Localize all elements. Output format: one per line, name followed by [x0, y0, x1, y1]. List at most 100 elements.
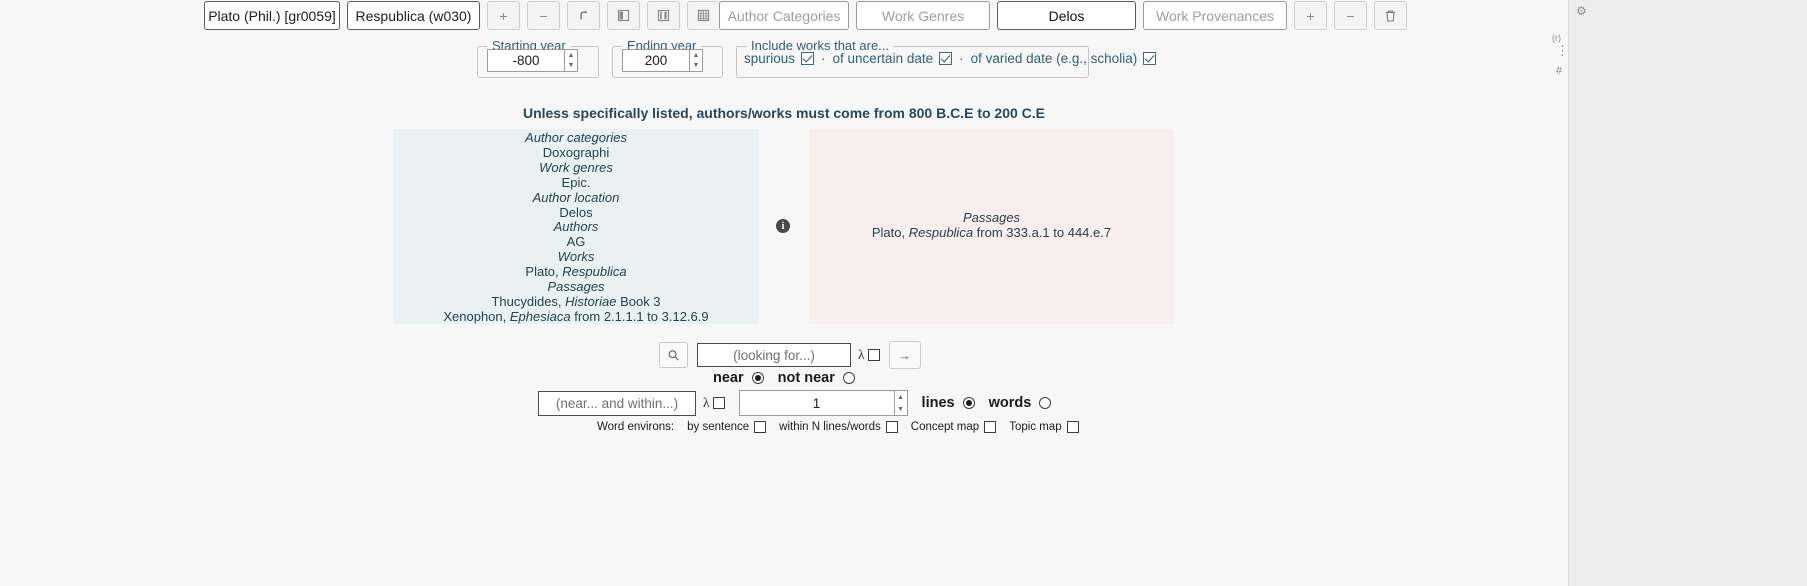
- within-lambda-checkbox[interactable]: [712, 397, 725, 409]
- proximity-mode-row: near not near: [713, 370, 855, 386]
- ending-year-spin-up[interactable]: ▲: [690, 50, 702, 61]
- environs-topic-map-checkbox[interactable]: [1066, 421, 1079, 433]
- selection-summary-line-title: Respublica: [562, 264, 627, 280]
- magnifier-icon: [668, 349, 679, 361]
- book-selector-button[interactable]: [607, 1, 640, 30]
- selection-summary-line: Work genres: [539, 159, 613, 175]
- exclusion-summary-lines: Passages Plato, Respublica from 333.a.1 t…: [809, 210, 1174, 241]
- distance-spin-down[interactable]: ▼: [895, 403, 907, 415]
- distance-spin-up[interactable]: ▲: [895, 391, 907, 403]
- notebook-icon: [657, 9, 670, 22]
- selection-summary-line: AG: [566, 234, 586, 250]
- word-environs-title: Word environs:: [597, 421, 675, 433]
- environs-concept-map-checkbox[interactable]: [984, 421, 997, 433]
- toolbar-left-group: Plato (Phil.) [gr0059] Respublica (w030)…: [204, 1, 760, 30]
- selection-summary-line-suffix: from 2.1.1.1 to 3.12.6.9: [570, 308, 709, 324]
- swap-arrow-icon: [579, 10, 587, 19]
- info-icon[interactable]: i: [776, 219, 790, 233]
- date-range-notice: Unless specifically listed, authors/work…: [522, 105, 1046, 121]
- search-input[interactable]: [697, 343, 851, 367]
- word-environs-row: Word environs: by sentence within N line…: [597, 421, 1092, 433]
- app-root: Plato (Phil.) [gr0059] Respublica (w030)…: [0, 0, 1807, 586]
- remove-exclusion-button[interactable]: −: [1334, 1, 1367, 30]
- selection-summary-line-prefix: Xenophon,: [443, 308, 510, 324]
- ending-year-stepper[interactable]: ▲ ▼: [622, 49, 703, 72]
- starting-year-input[interactable]: [487, 49, 564, 72]
- uncertain-date-checkbox[interactable]: [939, 52, 953, 65]
- starting-year-spinner[interactable]: ▲ ▼: [564, 49, 578, 72]
- not-near-label: not near: [777, 370, 835, 386]
- remove-selection-button[interactable]: −: [527, 1, 560, 30]
- exclusion-summary-line: Plato, Respublica from 333.a.1 to 444.e.…: [809, 224, 1174, 241]
- exclusion-summary-line-prefix: Plato,: [871, 224, 909, 240]
- starting-year-stepper[interactable]: ▲ ▼: [487, 49, 578, 72]
- spurious-checkbox[interactable]: [801, 52, 815, 65]
- environs-sentence-checkbox[interactable]: [754, 421, 767, 433]
- environs-topic-map-label: Topic map: [1009, 421, 1062, 433]
- ending-year-spin-down[interactable]: ▼: [690, 61, 702, 72]
- search-button[interactable]: [659, 342, 688, 368]
- author-location-button[interactable]: Delos: [997, 1, 1136, 30]
- clear-all-button[interactable]: [1374, 1, 1407, 30]
- selection-summary-line-title: Historiae: [565, 293, 617, 309]
- distance-stepper[interactable]: ▲ ▼: [738, 390, 908, 416]
- ending-year-spinner[interactable]: ▲ ▼: [689, 49, 703, 72]
- exclusion-summary-line-suffix: from 333.a.1 to 444.e.7: [973, 224, 1112, 240]
- gear-icon[interactable]: ⚙: [1576, 4, 1587, 18]
- selection-summary-lines: Author categories Doxographi Work genres Ep…: [393, 129, 759, 325]
- work-selector-button[interactable]: Respublica (w030): [347, 1, 480, 30]
- swap-selection-button[interactable]: [567, 1, 600, 30]
- environs-option-sentence[interactable]: by sentence: [687, 421, 767, 433]
- exclusion-summary-panel: Passages Plato, Respublica from 333.a.1 t…: [809, 129, 1174, 324]
- search-submit-button[interactable]: →: [888, 341, 921, 369]
- varied-date-checkbox[interactable]: [1143, 52, 1157, 65]
- words-radio[interactable]: [1039, 397, 1052, 409]
- selection-summary-line: Author categories: [525, 130, 627, 145]
- near-within-input[interactable]: [538, 390, 696, 416]
- exclusion-summary-line: Passages: [962, 210, 1021, 225]
- include-works-options: spurious · of uncertain date · of varied…: [744, 51, 1157, 66]
- environs-lines-checkbox[interactable]: [885, 421, 898, 433]
- toolbar-right-group: Author Categories Work Genres Delos Work…: [719, 1, 1407, 30]
- environs-option-topic-map[interactable]: Topic map: [1009, 421, 1079, 433]
- add-selection-button[interactable]: +: [487, 1, 520, 30]
- selection-summary-panel: Author categories Doxographi Work genres Ep…: [393, 129, 759, 324]
- selection-summary-line-prefix: Thucydides,: [491, 293, 566, 309]
- book-icon: [617, 9, 630, 22]
- exclusion-summary-line-title: Respublica: [908, 224, 974, 240]
- author-categories-button[interactable]: Author Categories: [719, 1, 849, 30]
- add-exclusion-button[interactable]: +: [1294, 1, 1327, 30]
- search-lambda-checkbox[interactable]: [867, 349, 880, 361]
- option-separator-2: ·: [959, 51, 964, 66]
- top-toolbar: Plato (Phil.) [gr0059] Respublica (w030)…: [0, 0, 1807, 30]
- selection-summary-line-prefix: Plato,: [525, 264, 563, 280]
- lines-label: lines: [921, 395, 955, 411]
- ending-year-input[interactable]: [622, 49, 689, 72]
- selection-summary-line-title: Ephesiaca: [509, 308, 571, 324]
- environs-option-lines[interactable]: within N lines/words: [779, 421, 898, 433]
- selection-summary-line: Author location: [532, 189, 620, 205]
- near-radio[interactable]: [751, 372, 764, 384]
- work-provenances-button[interactable]: Work Provenances: [1143, 1, 1287, 30]
- right-side-panel: [1568, 0, 1807, 586]
- notebook-selector-button[interactable]: [647, 1, 680, 30]
- selection-summary-line: Thucydides, Historiae Book 3: [393, 293, 759, 310]
- lines-radio[interactable]: [962, 397, 975, 409]
- work-genres-button[interactable]: Work Genres: [856, 1, 990, 30]
- distance-input[interactable]: [738, 390, 894, 416]
- selection-summary-line-suffix: Book 3: [616, 293, 661, 309]
- selection-summary-line: Xenophon, Ephesiaca from 2.1.1.1 to 3.12…: [393, 308, 759, 325]
- environs-option-concept-map[interactable]: Concept map: [911, 421, 997, 433]
- starting-year-spin-down[interactable]: ▼: [565, 61, 577, 72]
- selection-summary-line: Delos: [559, 204, 593, 220]
- selection-summary-line: Works: [557, 249, 595, 265]
- option-separator-1: ·: [821, 51, 826, 66]
- starting-year-spin-up[interactable]: ▲: [565, 50, 577, 61]
- distance-spinner[interactable]: ▲ ▼: [893, 390, 908, 416]
- overflow-menu-icon[interactable]: ⋮: [1556, 44, 1569, 57]
- grid-selector-button[interactable]: [687, 1, 720, 30]
- selection-summary-line: Epic.: [561, 174, 591, 190]
- revision-marker: (r): [1552, 33, 1561, 43]
- author-selector-button[interactable]: Plato (Phil.) [gr0059]: [204, 1, 340, 30]
- not-near-radio[interactable]: [842, 372, 855, 384]
